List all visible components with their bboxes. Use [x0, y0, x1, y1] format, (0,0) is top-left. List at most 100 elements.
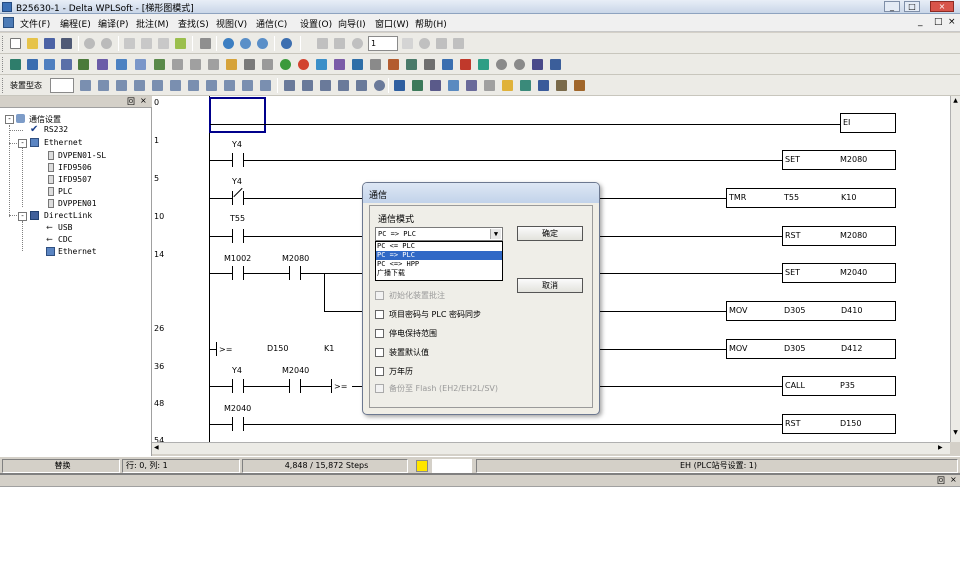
inverse-icon[interactable]	[258, 78, 273, 93]
wave-icon[interactable]	[422, 57, 437, 72]
calendar-checkbox[interactable]	[375, 367, 384, 376]
refresh-icon[interactable]	[446, 78, 461, 93]
search-device-icon[interactable]	[494, 57, 509, 72]
rack-icon[interactable]	[572, 78, 587, 93]
screen-icon[interactable]	[476, 57, 491, 72]
redo-icon[interactable]	[451, 36, 466, 51]
undo-icon[interactable]	[198, 36, 213, 51]
insert-column-icon[interactable]	[318, 78, 333, 93]
break-icon[interactable]	[206, 57, 221, 72]
memory-icon[interactable]	[428, 78, 443, 93]
step-icon[interactable]	[332, 36, 347, 51]
vertical-line-icon[interactable]	[168, 78, 183, 93]
device-icon[interactable]	[59, 57, 74, 72]
tree-node-directlink-ethernet[interactable]: Ethernet	[58, 247, 97, 256]
mdi-minimize-button[interactable]: _	[918, 17, 923, 27]
instruction-mode-icon[interactable]	[25, 57, 40, 72]
image-icon[interactable]	[518, 78, 533, 93]
device-type-select[interactable]	[50, 78, 74, 93]
ok-button[interactable]: 确定	[517, 226, 583, 241]
run-icon[interactable]	[434, 36, 449, 51]
module-icon[interactable]	[554, 78, 569, 93]
verify-icon[interactable]	[260, 57, 275, 72]
find-icon[interactable]	[221, 36, 236, 51]
cancel-button[interactable]: 取消	[517, 278, 583, 293]
close-button[interactable]: ×	[930, 1, 954, 12]
network-link-icon[interactable]	[354, 78, 369, 93]
insert-row-icon[interactable]	[282, 78, 297, 93]
coil-icon[interactable]	[114, 78, 129, 93]
tree-node-ifd9506[interactable]: IFD9506	[58, 163, 92, 172]
tree-node-ifd9507[interactable]: IFD9507	[58, 175, 92, 184]
instruction-box[interactable]: CALL P35	[782, 376, 896, 396]
instruction-box[interactable]: TMR T55 K10	[726, 188, 896, 208]
connect-icon[interactable]	[386, 57, 401, 72]
zoom-out-icon[interactable]	[255, 36, 270, 51]
run-plc-icon[interactable]	[278, 57, 293, 72]
copy-icon[interactable]	[139, 36, 154, 51]
save-icon[interactable]	[42, 36, 57, 51]
compile-icon[interactable]	[95, 57, 110, 72]
falling-edge-icon[interactable]	[240, 78, 255, 93]
horizontal-line-icon[interactable]	[186, 78, 201, 93]
menu-view[interactable]: 视图(V)	[216, 17, 247, 30]
help-icon[interactable]	[279, 36, 294, 51]
zoom-in-icon[interactable]	[238, 36, 253, 51]
minimize-button[interactable]: _	[884, 1, 900, 12]
backup-flash-checkbox[interactable]	[375, 384, 384, 393]
instruction-box[interactable]: EI	[840, 113, 896, 133]
vertical-scrollbar[interactable]: ▲ ▼	[950, 96, 960, 442]
stop-plc-icon[interactable]	[296, 57, 311, 72]
menu-window[interactable]: 窗口(W)	[375, 17, 409, 30]
paste-icon[interactable]	[156, 36, 171, 51]
plc-icon[interactable]	[392, 78, 407, 93]
dropdown-option[interactable]: 广播下载	[376, 269, 502, 278]
tree-node-ethernet[interactable]: Ethernet	[44, 138, 83, 147]
toolbar-grip[interactable]	[2, 78, 5, 93]
collapse-icon[interactable]: -	[18, 139, 27, 148]
status-icon[interactable]	[404, 57, 419, 72]
collapse-icon[interactable]: -	[5, 115, 14, 124]
rising-edge-icon[interactable]	[222, 78, 237, 93]
chart-icon[interactable]	[440, 57, 455, 72]
save-as-icon[interactable]	[59, 36, 74, 51]
instruction-box[interactable]: MOV D305 D410	[726, 301, 896, 321]
delete-row-icon[interactable]	[300, 78, 315, 93]
tree-node-directlink[interactable]: DirectLink	[44, 211, 92, 220]
menu-edit[interactable]: 编程(E)	[60, 17, 91, 30]
bar-icon[interactable]	[536, 78, 551, 93]
panel-header[interactable]: 回 ×	[0, 96, 152, 108]
instruction-box[interactable]: SET M2040	[782, 263, 896, 283]
mail-icon[interactable]	[500, 78, 515, 93]
instruction-box[interactable]: MOV D305 D412	[726, 339, 896, 359]
step-input[interactable]: 1	[368, 36, 398, 51]
password-sync-checkbox[interactable]	[375, 310, 384, 319]
menu-search[interactable]: 查找(S)	[178, 17, 209, 30]
instruction-box[interactable]: RST D150	[782, 414, 896, 434]
mdi-restore-button[interactable]: □	[934, 17, 943, 27]
delete-column-icon[interactable]	[336, 78, 351, 93]
contact-nc-icon[interactable]	[96, 78, 111, 93]
grid-icon[interactable]	[482, 78, 497, 93]
init-comment-checkbox[interactable]	[375, 291, 384, 300]
instruction-box[interactable]: SET M2080	[782, 150, 896, 170]
upload-icon[interactable]	[410, 78, 425, 93]
output-close-button[interactable]: ×	[950, 475, 957, 484]
spinner-icon[interactable]	[400, 36, 415, 51]
maximize-button[interactable]: □	[904, 1, 920, 12]
eraser-icon[interactable]	[173, 36, 188, 51]
collapse-icon[interactable]: -	[18, 212, 27, 221]
mdi-close-button[interactable]: ×	[948, 17, 956, 27]
contact-no-icon[interactable]	[78, 78, 93, 93]
tree-node-dvppen01[interactable]: DVPPEN01	[58, 199, 97, 208]
align-icon[interactable]	[315, 36, 330, 51]
step-back-icon[interactable]	[350, 36, 365, 51]
function-icon[interactable]	[150, 78, 165, 93]
scroll-left-icon[interactable]: ◀	[154, 444, 159, 451]
menu-wizard[interactable]: 向导(I)	[338, 17, 366, 30]
open-folder-icon[interactable]	[25, 36, 40, 51]
horizontal-scrollbar[interactable]: ◀ ▶	[152, 442, 950, 454]
menu-help[interactable]: 帮助(H)	[415, 17, 447, 30]
read-icon[interactable]	[242, 57, 257, 72]
edit-icon[interactable]	[152, 57, 167, 72]
